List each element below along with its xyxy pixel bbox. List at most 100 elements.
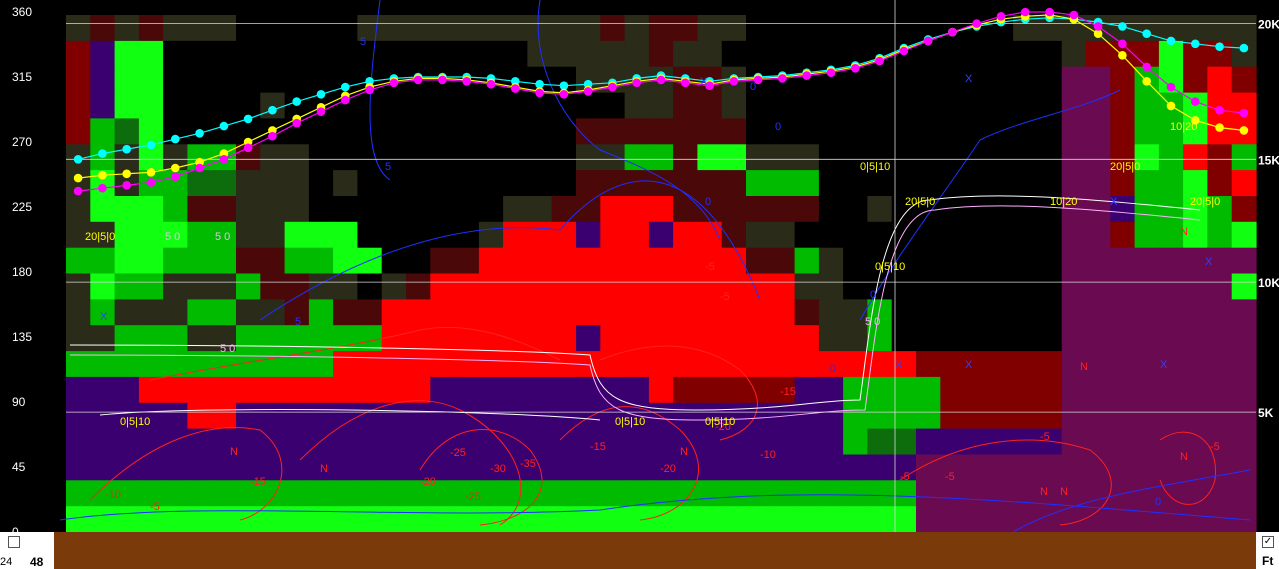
heatmap-cell [818,273,844,300]
heatmap-cell [90,273,116,300]
heatmap-cell [527,221,553,249]
heatmap-cell [794,480,820,507]
heatmap-cell [867,402,893,430]
heatmap-cell [236,170,261,197]
heatmap-cell [1013,299,1038,326]
heatmap-cell [1183,273,1208,300]
heatmap-cell [357,221,383,249]
heatmap-cell [1207,170,1233,197]
heatmap-cell [66,118,91,145]
series-point [1239,126,1249,135]
heatmap-cell [333,376,358,404]
series-point [146,168,156,177]
heatmap-cell [551,325,577,352]
heatmap-cell [430,325,456,352]
heatmap-cell [1207,66,1233,94]
heatmap-cell [66,299,91,326]
left-checkbox[interactable] [8,536,20,548]
heatmap-cell [211,273,237,300]
left-axis-tick: 360 [12,5,32,19]
heatmap-cell [1231,144,1257,171]
contour-label: -10 [105,489,121,501]
contour-label: 10|20 [1050,196,1077,208]
heatmap-cell [430,15,456,42]
heatmap-cell [818,221,844,249]
heatmap-cell [138,299,164,326]
series-point [1142,62,1151,72]
heatmap-cell [478,480,504,507]
heatmap-cell [163,66,188,94]
heatmap-cell [1037,40,1063,68]
heatmap-cell [1231,454,1257,481]
heatmap-cell [454,402,480,430]
heatmap-cell [503,170,528,197]
heatmap-cell [114,247,140,275]
heatmap-cell [333,402,358,430]
heatmap-cell [430,40,456,68]
series-point [608,82,617,92]
heatmap-cell [357,506,383,533]
heatmap-cell [454,118,480,145]
heatmap-cell [770,221,796,249]
heatmap-cell [891,402,917,430]
heatmap-cell [430,506,456,533]
heatmap-cell [211,15,237,42]
heatmap-cell [381,351,407,378]
heatmap-cell [260,144,286,171]
heatmap-cell [503,299,528,326]
heatmap-cell [308,196,334,223]
heatmap-cell [988,299,1014,326]
heatmap-cell [163,273,188,300]
heatmap-cell [1134,402,1160,430]
heatmap-cell [1061,325,1087,352]
heatmap-cell [624,196,650,223]
heatmap-cell [454,170,480,197]
heatmap-cell [697,325,723,352]
series-point [341,82,350,92]
right-axis-tick: 10K [1258,276,1279,290]
heatmap-cell [794,299,820,326]
feet-checkbox[interactable]: ✓ [1262,536,1274,548]
heatmap-cell [284,221,310,249]
heatmap-cell [1086,118,1111,145]
heatmap-cell [1110,247,1136,275]
contour-label: N [1080,361,1088,373]
heatmap-cell [746,92,771,120]
heatmap-cell [624,428,650,456]
heatmap-cell [551,299,577,326]
heatmap-cell [1207,325,1233,352]
time-axis-bar [0,532,1279,569]
series-point [438,75,447,85]
heatmap-cell [138,454,164,481]
heatmap-cell [66,40,91,68]
heatmap-cell [964,428,990,456]
heatmap-cell [551,506,577,533]
contour-label: -20 [660,463,676,475]
heatmap-cell [1158,376,1184,404]
series-point [875,56,884,66]
heatmap-cell [333,144,358,171]
heatmap-cell [308,144,334,171]
heatmap-cell [284,325,310,352]
heatmap-cell [1110,325,1136,352]
heatmap-cell [916,402,941,430]
heatmap-cell [1013,170,1038,197]
heatmap-cell [187,40,213,68]
heatmap-cell [1013,351,1038,378]
series-point [1069,10,1079,20]
heatmap-cell [187,170,213,197]
heatmap-cell [697,118,723,145]
heatmap-cell [648,92,674,120]
heatmap-cell [673,273,698,300]
heatmap-cell [478,92,504,120]
heatmap-cell [648,196,674,223]
heatmap-cell [430,273,456,300]
heatmap-cell [551,480,577,507]
heatmap-cell [503,144,528,171]
series-point [486,79,496,89]
heatmap-cell [843,325,868,352]
series-point [1118,39,1127,49]
heatmap-cell [1231,402,1257,430]
heatmap-cell [211,92,237,120]
heatmap-cell [187,480,213,507]
